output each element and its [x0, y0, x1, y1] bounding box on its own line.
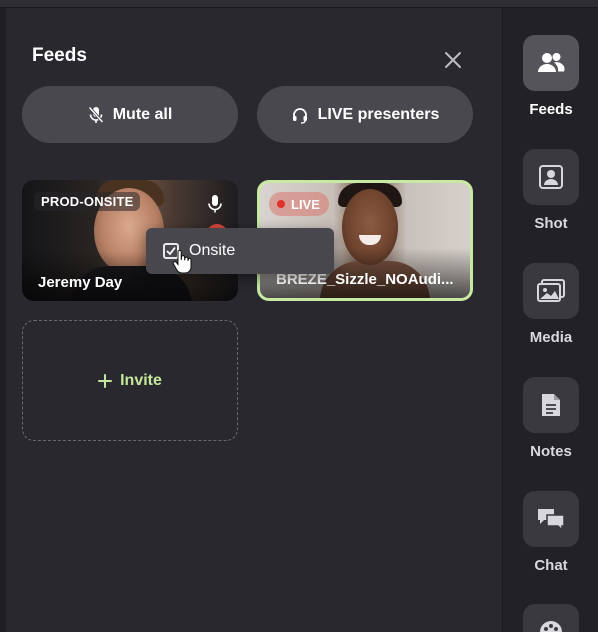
- feed-tag: PROD-ONSITE: [34, 192, 141, 211]
- headset-icon: [292, 107, 307, 124]
- microphone-muted-icon: [88, 105, 104, 123]
- shot-icon: [539, 165, 563, 189]
- sidebar-label-chat: Chat: [534, 557, 568, 574]
- live-badge-label: LIVE: [291, 196, 320, 212]
- close-icon: [445, 52, 461, 68]
- live-presenters-label: LIVE presenters: [317, 105, 440, 123]
- feed-name: Jeremy Day: [38, 274, 123, 291]
- sidebar-button-feeds[interactable]: [523, 35, 579, 91]
- sidebar-label-feeds: Feeds: [529, 101, 573, 118]
- close-button[interactable]: [439, 46, 467, 74]
- sidebar-button-more[interactable]: [523, 604, 579, 632]
- microphone-icon[interactable]: [206, 194, 224, 214]
- invite-button[interactable]: Invite: [22, 320, 238, 441]
- sidebar-item-media[interactable]: Media: [503, 263, 598, 346]
- sidebar-label-media: Media: [529, 329, 573, 346]
- hand-cursor-icon: [172, 250, 192, 274]
- sidebar-button-shot[interactable]: [523, 149, 579, 205]
- right-sidebar: Feeds Shot Media Notes Chat: [502, 8, 598, 632]
- live-badge: LIVE: [269, 192, 329, 216]
- feeds-panel: Feeds Mute all LIVE presenters PROD-ONSI…: [6, 8, 502, 632]
- document-icon: [542, 394, 560, 416]
- sidebar-button-media[interactable]: [523, 263, 579, 319]
- sidebar-item-feeds[interactable]: Feeds: [503, 35, 598, 118]
- palette-icon: [540, 621, 562, 632]
- mute-all-label: Mute all: [112, 105, 173, 123]
- sidebar-item-notes[interactable]: Notes: [503, 377, 598, 460]
- sidebar-item-shot[interactable]: Shot: [503, 149, 598, 232]
- sidebar-label-notes: Notes: [530, 443, 572, 460]
- live-presenters-button[interactable]: LIVE presenters: [257, 86, 473, 143]
- top-bar: [0, 0, 598, 8]
- live-dot-icon: [277, 200, 285, 208]
- sidebar-label-shot: Shot: [534, 215, 568, 232]
- sidebar-button-chat[interactable]: [523, 491, 579, 547]
- sidebar-item-more[interactable]: [503, 604, 598, 632]
- sidebar-item-chat[interactable]: Chat: [503, 491, 598, 574]
- invite-label: Invite: [120, 371, 162, 389]
- image-icon: [537, 279, 565, 302]
- onsite-label: Onsite: [189, 242, 236, 259]
- sidebar-button-notes[interactable]: [523, 377, 579, 433]
- chat-bubbles-icon: [538, 509, 565, 532]
- mute-all-button[interactable]: Mute all: [22, 86, 238, 143]
- panel-title: Feeds: [32, 45, 87, 66]
- people-icon: [538, 53, 565, 72]
- plus-icon: [98, 373, 113, 388]
